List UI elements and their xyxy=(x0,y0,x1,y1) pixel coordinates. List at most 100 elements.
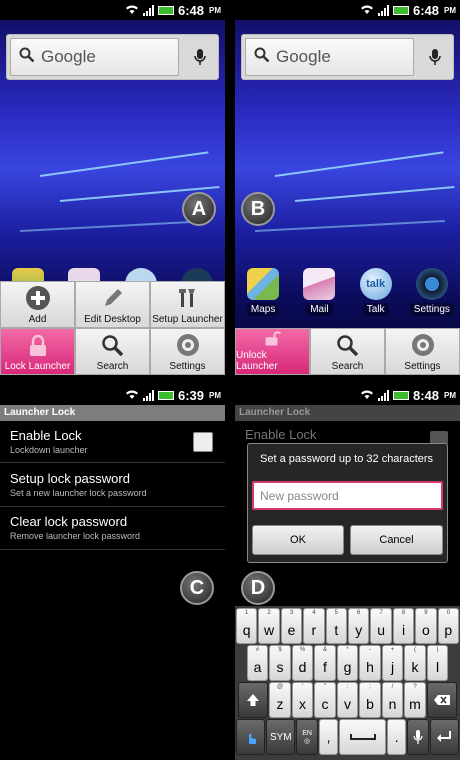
lock-icon xyxy=(29,334,46,356)
key-x[interactable]: ' x xyxy=(291,682,314,718)
space-key[interactable] xyxy=(339,719,386,755)
backspace-icon xyxy=(433,695,450,705)
menu-settings[interactable]: Settings xyxy=(385,328,460,375)
key-s[interactable]: $ s xyxy=(269,645,291,681)
menu-settings[interactable]: Settings xyxy=(150,328,225,375)
backspace-key[interactable] xyxy=(426,682,457,718)
key-h[interactable]: -h xyxy=(359,645,381,681)
key-label: q xyxy=(242,622,251,638)
key-alt-label: ? xyxy=(413,684,417,690)
swype-hand-icon xyxy=(248,733,256,744)
key-label: m xyxy=(409,696,421,712)
google-search-widget[interactable]: Google xyxy=(6,34,219,80)
wifi-icon xyxy=(125,3,139,18)
period-key[interactable]: . xyxy=(386,719,407,755)
key-b[interactable]: ; b xyxy=(359,682,381,718)
search-icon xyxy=(254,47,270,68)
google-search-box[interactable]: Google xyxy=(245,38,414,76)
pref-setup-password[interactable]: Setup lock password Set a new launcher l… xyxy=(0,465,225,507)
key-l[interactable]: ) l xyxy=(426,645,449,681)
menu-search[interactable]: Search xyxy=(75,328,150,375)
key-label: j xyxy=(390,659,395,675)
key-f[interactable]: & f xyxy=(314,645,336,681)
shift-key[interactable] xyxy=(238,682,269,718)
new-password-input[interactable]: New password xyxy=(252,481,443,510)
voice-key[interactable] xyxy=(407,719,429,755)
menu-edit-desktop[interactable]: Edit Desktop xyxy=(75,281,150,328)
status-time: 6:39 xyxy=(177,387,204,403)
shift-arrow-icon xyxy=(247,694,260,706)
key-y[interactable]: 6y xyxy=(348,608,370,644)
key-z[interactable]: @ z xyxy=(269,682,291,718)
key-i[interactable]: 8i xyxy=(392,608,415,644)
language-key[interactable]: EN ◎ xyxy=(296,719,318,755)
google-search-widget[interactable]: Google xyxy=(241,34,454,80)
key-w[interactable]: 2w xyxy=(258,608,280,644)
menu-unlock-launcher[interactable]: Unlock Launcher xyxy=(235,328,310,375)
microphone-icon[interactable] xyxy=(417,38,453,76)
password-dialog-screen: 8:48 PM Launcher Lock Enable Lock Set a p… xyxy=(235,385,460,760)
app-maps[interactable]: Maps xyxy=(235,268,291,316)
key-e[interactable]: 3e xyxy=(280,608,303,644)
key-u[interactable]: 7u xyxy=(370,608,392,644)
globe-icon: ◎ xyxy=(304,737,311,745)
key-q[interactable]: 1q xyxy=(235,608,258,644)
talk-icon: talk xyxy=(359,268,392,300)
launcher-lock-settings: 6:39 PM Launcher Lock Enable Lock Lockdow… xyxy=(0,385,225,760)
pref-clear-password[interactable]: Clear lock password Remove launcher lock… xyxy=(0,508,225,550)
key-label: v xyxy=(344,696,351,712)
key-alt-label: 2 xyxy=(267,610,271,616)
mail-icon xyxy=(303,268,336,300)
app-talk[interactable]: talk Talk xyxy=(348,268,404,316)
search-icon xyxy=(19,47,35,68)
key-t[interactable]: 5t xyxy=(325,608,347,644)
enable-lock-checkbox[interactable] xyxy=(193,432,213,452)
key-label: u xyxy=(377,622,385,638)
app-mail[interactable]: Mail xyxy=(291,268,347,316)
key-label: i xyxy=(401,622,406,638)
key-k[interactable]: (k xyxy=(404,645,426,681)
menu-setup-launcher[interactable]: Setup Launcher xyxy=(150,281,225,328)
google-search-box[interactable]: Google xyxy=(10,38,179,76)
comma-key[interactable]: , xyxy=(318,719,339,755)
key-m[interactable]: ? m xyxy=(404,682,426,718)
key-alt-label: @ xyxy=(276,684,284,690)
key-v[interactable]: :v xyxy=(336,682,359,718)
key-alt-label: ; xyxy=(369,684,371,690)
key-j[interactable]: + j xyxy=(381,645,404,681)
key-o[interactable]: 9o xyxy=(415,608,437,644)
status-time: 6:48 xyxy=(177,2,204,18)
key-a[interactable]: # a xyxy=(246,645,269,681)
input-method-key[interactable] xyxy=(236,719,266,755)
menu-search-label: Search xyxy=(331,361,364,372)
app-settings[interactable]: Settings xyxy=(404,268,460,316)
cancel-button[interactable]: Cancel xyxy=(350,525,443,555)
key-label: b xyxy=(366,696,374,712)
key-g[interactable]: * g xyxy=(336,645,359,681)
microphone-icon[interactable] xyxy=(182,38,218,76)
pref-setup-password-summary: Set a new launcher lock password xyxy=(10,488,147,498)
enter-key[interactable] xyxy=(429,719,459,755)
key-c[interactable]: " c xyxy=(314,682,336,718)
key-d[interactable]: % d xyxy=(291,645,314,681)
key-p[interactable]: 0p xyxy=(437,608,460,644)
space-icon xyxy=(349,734,376,740)
menu-add[interactable]: Add xyxy=(0,281,75,328)
key-label: h xyxy=(366,659,374,675)
menu-search[interactable]: Search xyxy=(310,328,385,375)
sym-key[interactable]: SYM xyxy=(266,719,296,755)
key-n[interactable]: / n xyxy=(381,682,404,718)
key-r[interactable]: 4r xyxy=(303,608,325,644)
status-bar: 8:48 PM xyxy=(235,385,460,405)
battery-icon xyxy=(392,5,409,15)
key-alt-label: 6 xyxy=(357,610,361,616)
menu-lock-launcher[interactable]: Lock Launcher xyxy=(0,328,75,375)
key-label: l xyxy=(435,659,440,675)
key-label: e xyxy=(287,622,296,638)
dock-apps: Maps Mail talk Talk Settings xyxy=(235,268,460,316)
pref-enable-lock[interactable]: Enable Lock Lockdown launcher xyxy=(0,423,225,463)
key-label: z xyxy=(276,696,284,712)
ok-button[interactable]: OK xyxy=(252,525,344,555)
key-alt-label: % xyxy=(299,647,306,653)
page-title: Launcher Lock xyxy=(235,405,460,421)
